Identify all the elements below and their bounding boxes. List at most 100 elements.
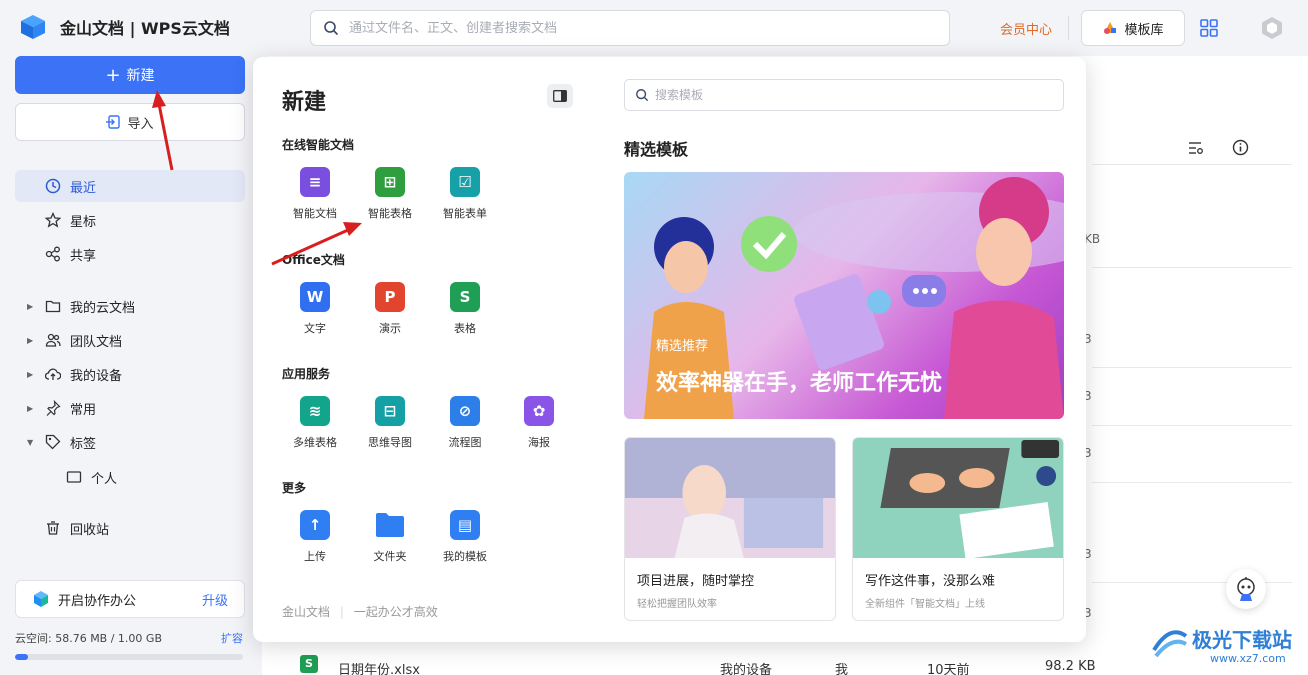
- collab-office-banner[interactable]: 开启协作办公 升级: [15, 580, 245, 618]
- app-multi-table[interactable]: ≋ 多维表格: [279, 396, 351, 450]
- app-label: 智能文档: [293, 207, 337, 220]
- app-smart-doc[interactable]: ≡ 智能文档: [279, 167, 351, 221]
- import-button[interactable]: 导入: [15, 103, 245, 141]
- expand-arrow-icon[interactable]: ▶: [27, 302, 33, 311]
- mind-map-icon: ⊟: [375, 396, 405, 426]
- template-card-image: [853, 438, 1063, 560]
- assistant-button[interactable]: [1226, 569, 1266, 609]
- watermark-url: www.xz7.com: [1210, 652, 1286, 665]
- expand-arrow-icon[interactable]: ▶: [27, 336, 33, 345]
- watermark-logo-icon: [1152, 630, 1188, 658]
- clock-icon: [45, 178, 61, 194]
- template-library-icon: [1104, 22, 1117, 34]
- collapse-arrow-icon[interactable]: ▼: [27, 438, 33, 447]
- import-button-label: 导入: [127, 116, 154, 132]
- poster-icon: ✿: [524, 396, 554, 426]
- table-row[interactable]: S 日期年份.xlsx 我的设备 我 10天前 98.2 KB: [300, 655, 1100, 675]
- app-label: 文字: [304, 322, 326, 335]
- presentation-icon: P: [375, 282, 405, 312]
- pin-icon: [45, 400, 61, 416]
- row-divider: [1092, 482, 1292, 483]
- assistant-robot-icon: [1237, 577, 1255, 601]
- sidebar-item-team-docs[interactable]: ▶ 团队文档: [15, 324, 245, 356]
- watermark-title: 极光下载站: [1192, 628, 1292, 652]
- app-logo[interactable]: 金山文档 | WPS云文档: [20, 14, 230, 40]
- hero-tag: 精选推荐: [656, 339, 709, 354]
- row-divider: [1092, 267, 1292, 268]
- sidebar-item-label: 个人: [91, 471, 118, 487]
- template-card-writing[interactable]: 写作这件事，没那么难 全新组件「智能文档」上线: [852, 437, 1064, 621]
- file-location: 我的设备: [720, 663, 773, 675]
- storage-info: 云空间: 58.76 MB / 1.00 GB 扩容: [15, 630, 245, 646]
- template-search-box[interactable]: [624, 79, 1064, 111]
- app-flowchart[interactable]: ⊘ 流程图: [429, 396, 501, 450]
- user-avatar-icon[interactable]: [1260, 16, 1284, 40]
- sidebar-item-label: 常用: [70, 402, 97, 418]
- top-bar: 金山文档 | WPS云文档 会员中心 模板库: [0, 0, 1308, 56]
- sidebar-item-trash[interactable]: 回收站: [15, 512, 245, 544]
- app-upload[interactable]: ↑ 上传: [279, 510, 351, 564]
- expand-arrow-icon[interactable]: ▶: [27, 370, 33, 379]
- app-smart-form[interactable]: ☑ 智能表单: [429, 167, 501, 221]
- template-card-image: [625, 438, 835, 558]
- sidebar-item-personal[interactable]: 个人: [15, 461, 245, 493]
- cloud-upload-icon: [45, 366, 61, 382]
- section-title: Office文档: [282, 253, 345, 267]
- search-input[interactable]: [349, 20, 909, 36]
- file-size: KB: [1084, 232, 1101, 246]
- new-button[interactable]: + 新建: [15, 56, 245, 94]
- spreadsheet-icon: S: [450, 282, 480, 312]
- import-icon: [106, 115, 121, 129]
- sidebar-item-tags[interactable]: ▼ 标签: [15, 426, 245, 458]
- app-poster[interactable]: ✿ 海报: [503, 396, 575, 450]
- my-templates-icon: ▤: [450, 510, 480, 540]
- app-label: 文件夹: [373, 550, 407, 563]
- panel-toggle-button[interactable]: [547, 84, 573, 108]
- sidebar-item-recent[interactable]: 最近: [15, 170, 245, 202]
- sidebar-layout-icon: [553, 90, 567, 102]
- featured-hero-banner[interactable]: 精选推荐 效率神器在手，老师工作无忧: [624, 172, 1064, 419]
- sidebar-item-shared[interactable]: 共享: [15, 238, 245, 270]
- expand-storage-link[interactable]: 扩容: [221, 630, 243, 646]
- app-presentation[interactable]: P 演示: [354, 282, 426, 336]
- row-divider: [1092, 367, 1292, 368]
- footer-brand: 金山文档: [282, 605, 331, 619]
- app-title: 金山文档 | WPS云文档: [60, 19, 230, 38]
- sidebar-item-my-devices[interactable]: ▶ 我的设备: [15, 358, 245, 390]
- app-label: 多维表格: [293, 436, 337, 449]
- app-word[interactable]: W 文字: [279, 282, 351, 336]
- template-library-button[interactable]: 模板库: [1081, 10, 1185, 46]
- section-title: 更多: [282, 481, 307, 495]
- app-label: 演示: [379, 322, 401, 335]
- template-search-input[interactable]: [655, 88, 1035, 102]
- sidebar-item-label: 回收站: [70, 522, 110, 538]
- upgrade-link[interactable]: 升级: [202, 590, 228, 609]
- label-box-icon: [66, 469, 82, 485]
- sidebar-item-label: 共享: [70, 248, 97, 264]
- info-icon[interactable]: [1232, 139, 1249, 156]
- app-mind-map[interactable]: ⊟ 思维导图: [354, 396, 426, 450]
- app-label: 智能表格: [368, 207, 412, 220]
- sidebar-item-my-cloud-docs[interactable]: ▶ 我的云文档: [15, 290, 245, 322]
- sidebar-item-starred[interactable]: 星标: [15, 204, 245, 236]
- app-my-templates[interactable]: ▤ 我的模板: [429, 510, 501, 564]
- search-box[interactable]: [310, 10, 950, 46]
- app-spreadsheet[interactable]: S 表格: [429, 282, 501, 336]
- featured-templates-title: 精选模板: [624, 140, 689, 159]
- app-folder[interactable]: 文件夹: [354, 510, 426, 564]
- app-smart-sheet[interactable]: ⊞ 智能表格: [354, 167, 426, 221]
- sidebar-item-label: 标签: [70, 436, 97, 452]
- app-label: 表格: [454, 322, 476, 335]
- folder-icon: [375, 510, 405, 540]
- member-center-link[interactable]: 会员中心: [1000, 19, 1052, 38]
- word-icon: W: [300, 282, 330, 312]
- expand-arrow-icon[interactable]: ▶: [27, 404, 33, 413]
- list-settings-icon[interactable]: [1188, 140, 1204, 156]
- template-card-project[interactable]: 项目进展，随时掌控 轻松把握团队效率: [624, 437, 836, 621]
- sidebar-item-frequent[interactable]: ▶ 常用: [15, 392, 245, 424]
- app-label: 智能表单: [443, 207, 487, 220]
- tag-icon: [45, 434, 61, 450]
- search-icon: [324, 21, 339, 36]
- storage-text: 云空间: 58.76 MB / 1.00 GB: [15, 632, 162, 645]
- apps-grid-icon[interactable]: [1200, 19, 1218, 37]
